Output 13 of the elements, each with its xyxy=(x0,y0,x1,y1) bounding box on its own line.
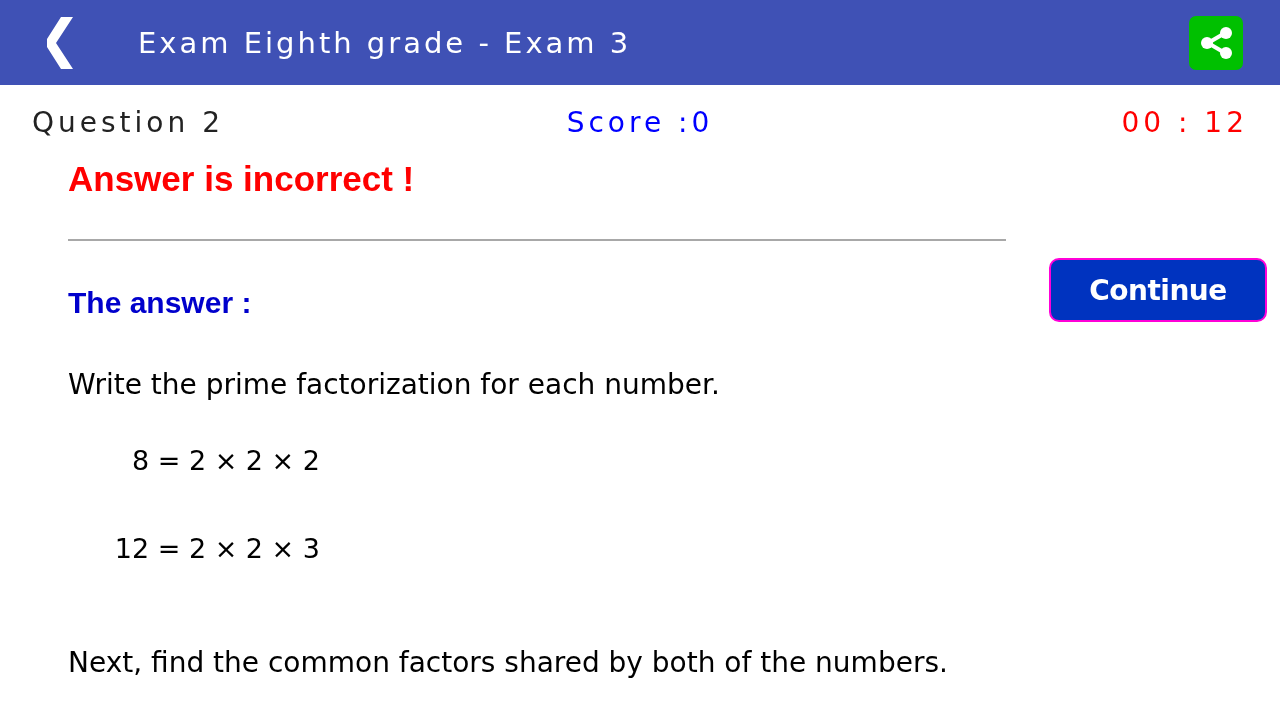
explanation-text: Next, find the common factors shared by both of the numbers. xyxy=(68,645,948,681)
screen-title: Exam Eighth grade - Exam 3 xyxy=(138,25,633,60)
question-number: Question 2 xyxy=(32,106,224,140)
equation-text: 12 = 2 × 2 × 3 xyxy=(114,532,320,566)
continue-button[interactable]: Continue xyxy=(1049,258,1267,322)
timer-text: 00 : 12 xyxy=(1121,106,1248,140)
explanation-text: Write the prime factorization for each number. xyxy=(68,367,720,403)
share-button[interactable] xyxy=(1189,15,1243,70)
equation-text: 8 = 2 × 2 × 2 xyxy=(131,444,320,478)
answer-heading: The answer : xyxy=(68,285,252,321)
score-text: Score :0 xyxy=(566,106,714,140)
result-message: Answer is incorrect ! xyxy=(68,161,415,197)
share-icon xyxy=(1199,25,1233,60)
